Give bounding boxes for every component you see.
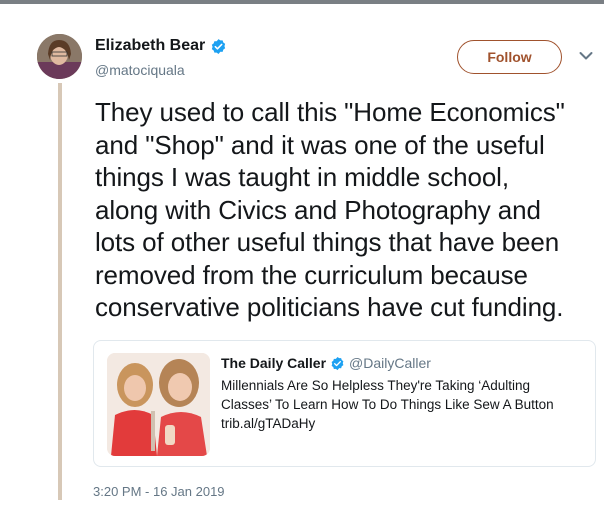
- thread-connector-line: [58, 83, 62, 500]
- tweet-text: They used to call this "Home Economics" …: [95, 97, 565, 322]
- tweet-timestamp[interactable]: 3:20 PM - 16 Jan 2019: [93, 484, 225, 499]
- verified-badge-icon: [331, 356, 344, 370]
- quoted-tweet-text: Millennials Are So Helpless They're Taki…: [221, 378, 554, 412]
- quoted-tweet-link[interactable]: trib.al/gTADaHy: [221, 416, 315, 431]
- quoted-author-name[interactable]: The Daily Caller: [221, 355, 326, 371]
- thumbnail-image: [107, 353, 210, 456]
- quoted-tweet-card[interactable]: The Daily Caller @DailyCaller Millennial…: [93, 340, 596, 467]
- chevron-down-icon[interactable]: [579, 51, 593, 61]
- window-top-border: [0, 0, 604, 4]
- quoted-tweet-thumbnail: [107, 353, 210, 456]
- author-name-row: Elizabeth Bear: [95, 37, 227, 55]
- quoted-tweet-header: The Daily Caller @DailyCaller: [221, 355, 431, 371]
- avatar-photo: [37, 34, 82, 79]
- author-name[interactable]: Elizabeth Bear: [95, 37, 205, 55]
- follow-button[interactable]: Follow: [457, 40, 562, 74]
- verified-badge-icon: [212, 38, 226, 54]
- author-handle[interactable]: @matociquala: [95, 62, 185, 78]
- author-avatar[interactable]: [37, 34, 82, 79]
- quoted-author-handle[interactable]: @DailyCaller: [349, 355, 431, 371]
